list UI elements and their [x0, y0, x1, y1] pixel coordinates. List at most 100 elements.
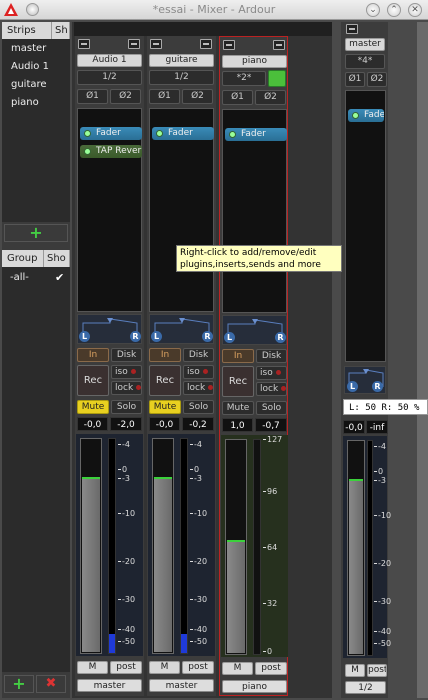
- processor-box[interactable]: Fader TAP Reverb: [77, 108, 142, 312]
- phase2-button[interactable]: Ø2: [182, 89, 213, 104]
- record-enable-button[interactable]: Rec: [222, 366, 254, 397]
- group-show-column-header[interactable]: Sho: [44, 250, 70, 267]
- mute-button[interactable]: Mute: [77, 400, 109, 414]
- record-enable-button[interactable]: Rec: [77, 365, 109, 396]
- fader-handle[interactable]: [154, 477, 172, 479]
- master-panner[interactable]: L R: [344, 366, 386, 394]
- strip-name-button[interactable]: Audio 1: [77, 54, 142, 67]
- fader-handle[interactable]: [349, 479, 363, 481]
- master-input-button[interactable]: *4*: [345, 54, 385, 69]
- strips-column-header[interactable]: Strips: [2, 22, 52, 39]
- solo-lock-button[interactable]: lock: [256, 382, 287, 396]
- processor-box[interactable]: Fader: [149, 108, 214, 312]
- input-button[interactable]: 1/2: [149, 70, 214, 85]
- panner[interactable]: LR: [222, 315, 287, 345]
- master-gain-display[interactable]: -0,0: [343, 420, 365, 434]
- minimize-button[interactable]: ⌄: [366, 3, 380, 17]
- monitor-disk-button[interactable]: Disk: [256, 349, 287, 363]
- meter-point-m[interactable]: M: [77, 661, 108, 674]
- gain-fader[interactable]: [225, 439, 247, 655]
- show-column-header[interactable]: Sh: [52, 22, 70, 39]
- monitor-disk-button[interactable]: Disk: [183, 348, 214, 362]
- add-group-button[interactable]: +: [4, 675, 34, 693]
- gain-display[interactable]: -0,0: [77, 417, 108, 431]
- midi-input-toggle[interactable]: [268, 70, 286, 87]
- master-processor-box[interactable]: Fader: [345, 90, 386, 362]
- solo-isolate-button[interactable]: iso: [183, 365, 214, 379]
- output-button[interactable]: master: [149, 679, 214, 692]
- solo-isolate-button[interactable]: iso: [256, 366, 287, 380]
- fader-plugin[interactable]: Fader: [80, 127, 142, 140]
- meter-point-post[interactable]: post: [110, 661, 142, 674]
- strip-name-button[interactable]: guitare: [149, 54, 214, 67]
- hide-strip-icon[interactable]: [128, 39, 140, 49]
- plugin-active-led-icon[interactable]: [229, 131, 236, 138]
- maximize-button[interactable]: ⌃: [387, 3, 401, 17]
- gain-fader[interactable]: [152, 438, 174, 654]
- master-fader-plugin[interactable]: Fader: [348, 109, 384, 122]
- solo-isolate-button[interactable]: iso: [111, 365, 142, 379]
- phase1-button[interactable]: Ø1: [77, 89, 108, 104]
- meter-point-m[interactable]: M: [222, 662, 253, 675]
- fader-plugin[interactable]: Fader: [152, 127, 214, 140]
- master-name-button[interactable]: master: [345, 38, 385, 51]
- gain-display[interactable]: 1,0: [222, 418, 253, 432]
- plugin-active-led-icon[interactable]: [84, 148, 91, 155]
- solo-button[interactable]: Solo: [183, 400, 214, 414]
- peak-display[interactable]: -2,0: [110, 417, 142, 431]
- meter-point-m[interactable]: M: [149, 661, 180, 674]
- fader-plugin[interactable]: Fader: [225, 128, 287, 141]
- checkmark-icon[interactable]: ✔: [55, 269, 64, 287]
- master-output-button[interactable]: 1/2: [345, 681, 386, 694]
- width-toggle-icon[interactable]: [150, 39, 162, 49]
- master-meter-point-m[interactable]: M: [345, 664, 365, 677]
- plugin-active-led-icon[interactable]: [352, 112, 359, 119]
- gain-display[interactable]: -0,0: [149, 417, 180, 431]
- strips-list-item-guitare[interactable]: guitare: [2, 76, 68, 94]
- hide-strip-icon[interactable]: [200, 39, 212, 49]
- strip-name-button[interactable]: piano: [222, 55, 287, 68]
- phase1-button[interactable]: Ø1: [222, 90, 253, 105]
- add-strip-button[interactable]: +: [4, 224, 68, 242]
- panner[interactable]: LR: [77, 314, 142, 344]
- phase2-button[interactable]: Ø2: [110, 89, 141, 104]
- plugin-active-led-icon[interactable]: [84, 130, 91, 137]
- input-button[interactable]: 1/2: [77, 70, 142, 85]
- mute-button[interactable]: Mute: [222, 401, 254, 415]
- phase1-button[interactable]: Ø1: [149, 89, 180, 104]
- processor-box[interactable]: Fader: [222, 109, 287, 313]
- peak-display[interactable]: -0,7: [255, 418, 287, 432]
- solo-button[interactable]: Solo: [256, 401, 287, 415]
- monitor-input-button[interactable]: In: [222, 349, 254, 363]
- solo-lock-button[interactable]: lock: [183, 381, 214, 395]
- peak-display[interactable]: -0,2: [182, 417, 214, 431]
- meter-point-post[interactable]: post: [182, 661, 214, 674]
- gain-fader[interactable]: [80, 438, 102, 654]
- strips-list-item-audio1[interactable]: Audio 1: [2, 58, 68, 76]
- width-toggle-icon[interactable]: [223, 40, 235, 50]
- hide-strip-icon[interactable]: [273, 40, 285, 50]
- solo-button[interactable]: Solo: [111, 400, 142, 414]
- record-enable-button[interactable]: Rec: [149, 365, 181, 396]
- master-peak-display[interactable]: -inf: [366, 420, 388, 434]
- mute-button[interactable]: Mute: [149, 400, 181, 414]
- master-meter-point-post[interactable]: post: [367, 664, 387, 677]
- phase2-button[interactable]: Ø2: [255, 90, 286, 105]
- window-titlebar[interactable]: *essai - Mixer - Ardour ⌄ ⌃ ✕: [0, 0, 428, 20]
- panner[interactable]: LR: [149, 314, 214, 344]
- plugin-active-led-icon[interactable]: [156, 130, 163, 137]
- master-phase1-button[interactable]: Ø1: [345, 72, 365, 87]
- output-button[interactable]: piano: [222, 680, 287, 693]
- strips-list-item-master[interactable]: master: [2, 40, 68, 58]
- meter-point-post[interactable]: post: [255, 662, 287, 675]
- close-button[interactable]: ✕: [408, 3, 422, 17]
- tap-reverb-plugin[interactable]: TAP Reverb: [80, 145, 142, 158]
- group-column-header[interactable]: Group: [2, 250, 44, 267]
- master-gain-fader[interactable]: [347, 440, 365, 656]
- strips-list-item-piano[interactable]: piano: [2, 94, 68, 112]
- monitor-input-button[interactable]: In: [77, 348, 109, 362]
- output-button[interactable]: master: [77, 679, 142, 692]
- fader-handle[interactable]: [82, 477, 100, 479]
- input-button[interactable]: *2*: [222, 71, 266, 86]
- master-phase2-button[interactable]: Ø2: [367, 72, 387, 87]
